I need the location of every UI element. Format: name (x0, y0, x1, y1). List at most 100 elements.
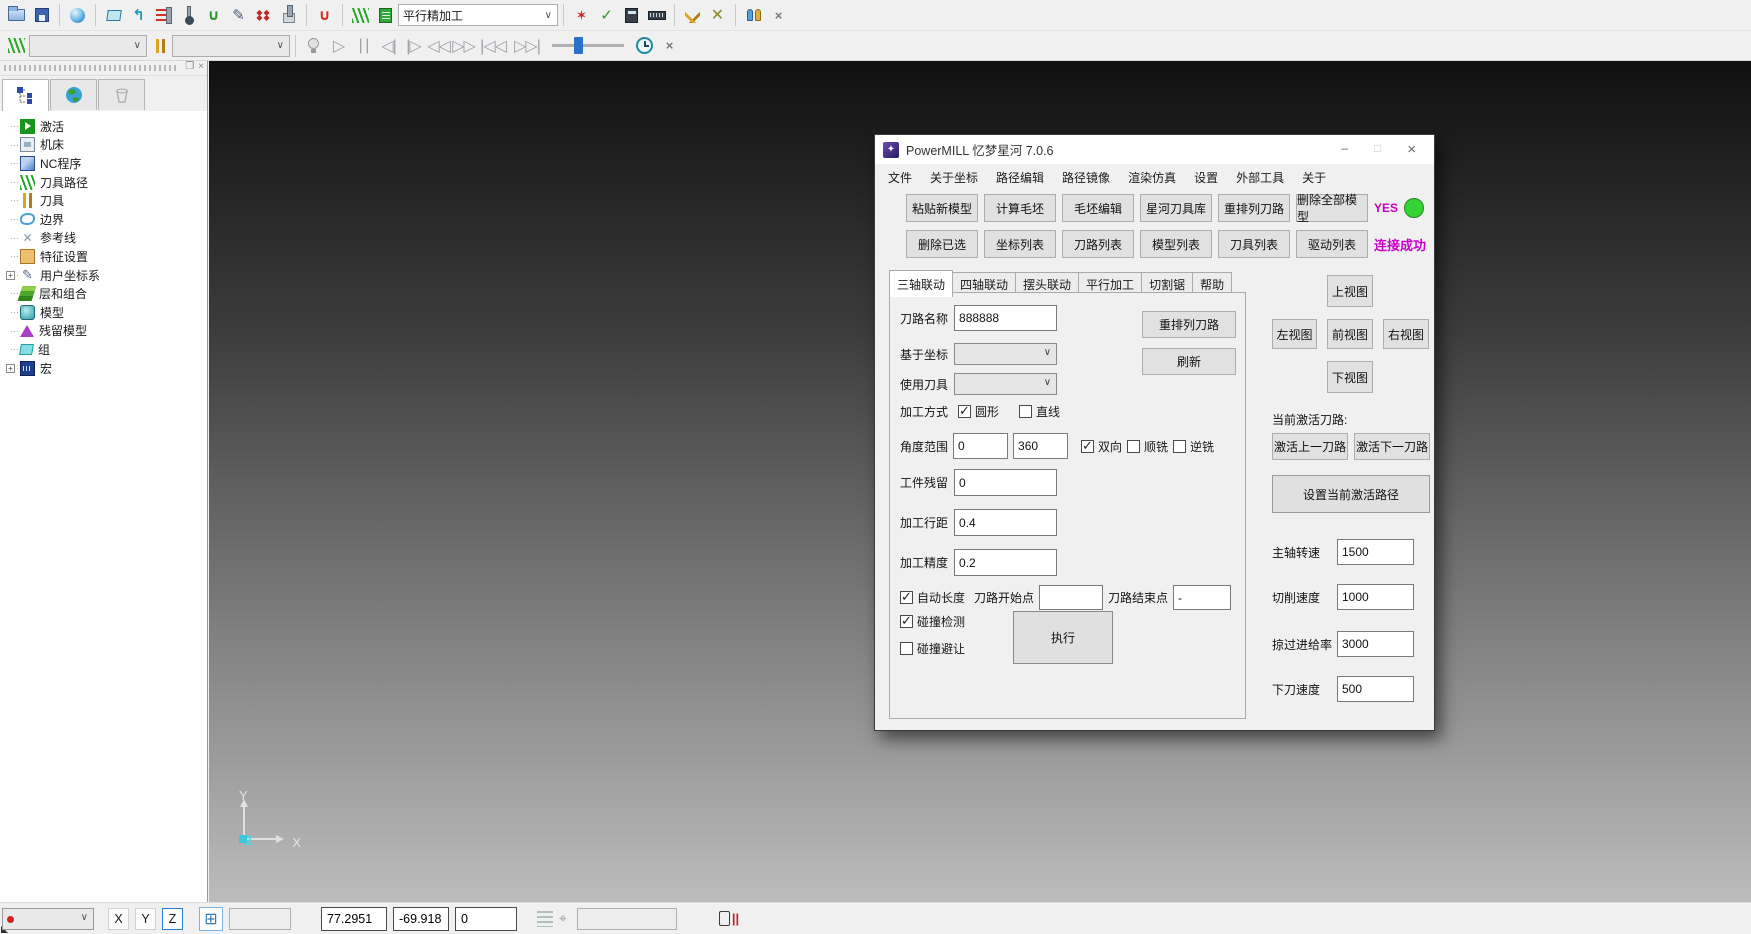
calculator-icon[interactable] (619, 3, 644, 28)
menu-external-tools[interactable]: 外部工具 (1227, 165, 1293, 190)
go-to-end-icon[interactable]: ▷▷| (510, 33, 544, 58)
tree-item-macros[interactable]: +宏 (4, 359, 207, 378)
model-list-button[interactable]: 模型列表 (1140, 230, 1212, 258)
save-project-icon[interactable] (29, 3, 54, 28)
tree-item-toolpaths[interactable]: 刀具路径 (4, 173, 207, 192)
ruler-icon[interactable] (644, 3, 669, 28)
tree-item-activate[interactable]: 激活 (4, 117, 207, 136)
clock-icon[interactable] (632, 33, 657, 58)
plunge-speed-input[interactable] (1337, 676, 1414, 702)
xyz-list-icon[interactable] (537, 911, 553, 927)
toolpath-icon[interactable] (4, 33, 29, 58)
tree-item-boundaries[interactable]: 边界 (4, 210, 207, 229)
menu-settings[interactable]: 设置 (1185, 165, 1227, 190)
method-circle-checkbox[interactable]: 圆形 (958, 403, 999, 420)
view-top-button[interactable]: 上视图 (1327, 275, 1373, 307)
toolpath-list-button[interactable]: 刀路列表 (1062, 230, 1134, 258)
axis-x-button[interactable]: X (108, 908, 129, 930)
ball-tool-icon[interactable] (176, 3, 201, 28)
scale-arrows-icon[interactable]: ✕ (705, 3, 730, 28)
tool-dropdown[interactable]: ∨ (172, 35, 290, 57)
tool-block-icon[interactable] (276, 3, 301, 28)
coord-z-input[interactable] (455, 907, 517, 931)
status-mode-dropdown[interactable] (2, 908, 94, 930)
view-right-button[interactable]: 右视图 (1383, 319, 1429, 349)
paste-new-model-button[interactable]: 粘贴新模型 (906, 194, 978, 222)
set-active-path-button[interactable]: 设置当前激活路径 (1272, 475, 1430, 513)
execute-button[interactable]: 执行 (1013, 611, 1113, 664)
tab-3axis[interactable]: 三轴联动 (889, 270, 953, 297)
step-forward-icon[interactable]: |▷ (401, 33, 426, 58)
tab-explorer-trash[interactable] (98, 79, 145, 110)
stepover-input[interactable] (954, 509, 1057, 536)
minimize-icon[interactable]: – (1341, 141, 1348, 158)
toolbar-close-icon[interactable]: × (766, 3, 791, 28)
lamp-icon[interactable] (301, 33, 326, 58)
dialog-titlebar[interactable]: ✦ PowerMILL 忆梦星河 7.0.6 – □ × (875, 135, 1434, 164)
collision-check-checkbox[interactable]: 碰撞检测 (900, 613, 965, 630)
view-bottom-button[interactable]: 下视图 (1327, 361, 1373, 393)
tolerance-input[interactable] (954, 549, 1057, 576)
stock-allowance-input[interactable] (954, 469, 1057, 496)
cutting-speed-input[interactable] (1337, 584, 1414, 610)
go-to-start-icon[interactable]: |◁◁ (476, 33, 510, 58)
menu-path-mirror[interactable]: 路径镜像 (1053, 165, 1119, 190)
coord-list-button[interactable]: 坐标列表 (984, 230, 1056, 258)
auto-length-checkbox[interactable]: 自动长度 (900, 589, 965, 606)
toolbar-close-icon[interactable]: × (657, 33, 682, 58)
axis-cursor-icon[interactable]: ⌖ (559, 910, 567, 927)
tools-pair-icon[interactable] (680, 3, 705, 28)
open-project-icon[interactable] (4, 3, 29, 28)
pause-icon[interactable]: | | (351, 33, 376, 58)
slider-handle[interactable] (574, 37, 583, 54)
spindle-speed-input[interactable] (1337, 539, 1414, 565)
tree-item-tools[interactable]: 刀具 (4, 191, 207, 210)
play-icon[interactable]: ▷ (326, 33, 351, 58)
tab-explorer-tree[interactable] (2, 79, 49, 112)
toolpath-name-input[interactable] (954, 305, 1057, 331)
leads-links-icon[interactable]: ∪ (201, 3, 226, 28)
toolpath-icon[interactable] (348, 3, 373, 28)
based-coord-select[interactable] (954, 343, 1057, 365)
strategy-list-icon[interactable] (373, 3, 398, 28)
fast-forward-icon[interactable]: ▷▷ (451, 33, 476, 58)
conventional-checkbox[interactable]: 逆铣 (1173, 438, 1214, 455)
pause-output-indicator[interactable]: || (719, 911, 739, 926)
cylinders-icon[interactable] (741, 3, 766, 28)
start-point-input[interactable] (1039, 585, 1103, 610)
toolpath-dropdown[interactable]: ∨ (29, 35, 147, 57)
stock-edit-button[interactable]: 毛坯编辑 (1062, 194, 1134, 222)
delete-selected-button[interactable]: 删除已选 (906, 230, 978, 258)
tree-item-models[interactable]: 模型 (4, 303, 207, 322)
tree-item-workplanes[interactable]: +✎用户坐标系 (4, 266, 207, 285)
tab-explorer-globe[interactable] (50, 79, 97, 110)
menu-path-edit[interactable]: 路径编辑 (987, 165, 1053, 190)
close-icon[interactable]: × (1407, 141, 1416, 158)
rewind-icon[interactable]: ◁◁ (426, 33, 451, 58)
menu-render-sim[interactable]: 渲染仿真 (1119, 165, 1185, 190)
expand-icon[interactable]: + (6, 364, 15, 373)
tool-library-button[interactable]: 星河刀具库 (1140, 194, 1212, 222)
calc-stock-button[interactable]: 计算毛坯 (984, 194, 1056, 222)
expand-icon[interactable]: + (6, 271, 15, 280)
tool-valid-icon[interactable]: ✓ (594, 3, 619, 28)
skim-feed-input[interactable] (1337, 631, 1414, 657)
toolpath-leads-icon[interactable]: ∪ (312, 3, 337, 28)
view-left-button[interactable]: 左视图 (1272, 319, 1317, 349)
panel-grip[interactable]: ❐ × (0, 61, 207, 76)
view-front-button[interactable]: 前视图 (1327, 319, 1373, 349)
tool-list-button[interactable]: 刀具列表 (1218, 230, 1290, 258)
reorder-toolpaths-button[interactable]: 重排列刀路 (1218, 194, 1290, 222)
end-point-input[interactable] (1173, 585, 1231, 610)
tree-item-nc-programs[interactable]: NC程序 (4, 154, 207, 173)
menu-about-coords[interactable]: 关于坐标 (921, 165, 987, 190)
block-icon[interactable] (101, 3, 126, 28)
activate-next-toolpath-button[interactable]: 激活下一刀路 (1354, 433, 1430, 460)
maximize-icon[interactable]: □ (1374, 141, 1381, 158)
refresh-button[interactable]: 刷新 (1142, 348, 1236, 375)
climb-checkbox[interactable]: 顺铣 (1127, 438, 1168, 455)
method-line-checkbox[interactable]: 直线 (1019, 403, 1060, 420)
feedrate-tool-icon[interactable] (151, 3, 176, 28)
tree-item-feature-sets[interactable]: 特征设置 (4, 247, 207, 266)
tree-item-patterns[interactable]: ✕参考线 (4, 229, 207, 248)
